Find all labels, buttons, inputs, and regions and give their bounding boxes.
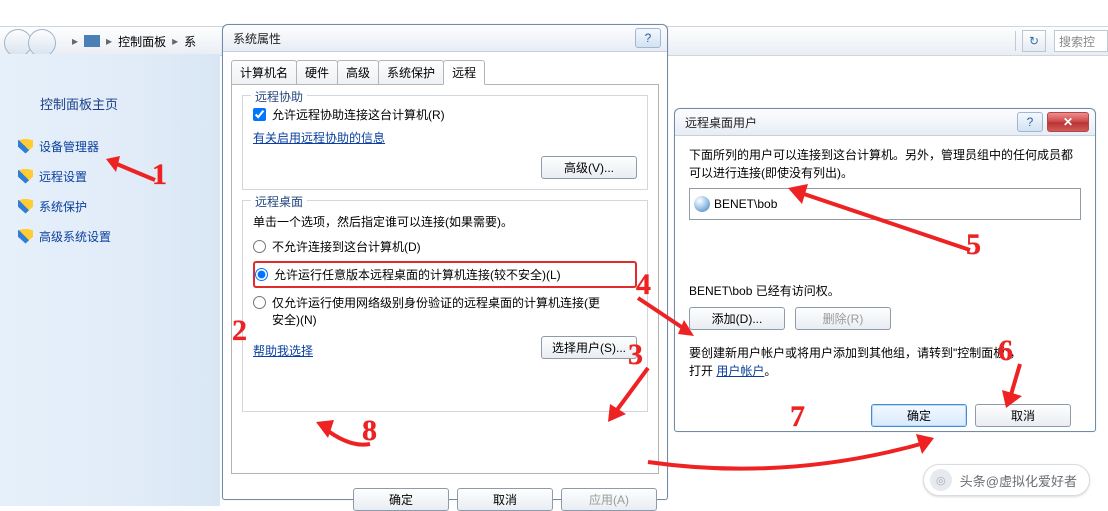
- close-icon: ✕: [1063, 115, 1073, 129]
- dialog-title: 远程桌面用户: [685, 114, 757, 131]
- dialog-help-button[interactable]: ?: [635, 28, 661, 48]
- sidebar-title: 控制面板主页: [0, 54, 220, 131]
- control-panel-sidebar: 控制面板主页 设备管理器 远程设置 系统保护 高级系统设置: [0, 54, 220, 506]
- rd-option-any-version[interactable]: 允许运行任意版本远程桌面的计算机连接(较不安全)(L): [255, 266, 635, 283]
- shield-icon: [18, 199, 33, 214]
- user-entry: BENET\bob: [714, 197, 777, 211]
- radio-label: 仅允许运行使用网络级别身份验证的远程桌面的计算机连接(更安全)(N): [272, 294, 602, 328]
- help-icon: ?: [645, 31, 652, 45]
- cancel-button[interactable]: 取消: [457, 488, 553, 511]
- user-accounts-link[interactable]: 用户帐户: [716, 364, 764, 378]
- radio-label: 不允许连接到这台计算机(D): [272, 238, 421, 255]
- remote-users-intro: 下面所列的用户可以连接到这台计算机。另外，管理员组中的任何成员都可以进行连接(即…: [689, 146, 1081, 182]
- allow-remote-assistance-checkbox[interactable]: 允许远程协助连接这台计算机(R): [253, 106, 637, 123]
- refresh-icon: ↻: [1029, 34, 1039, 48]
- tab-system-protection[interactable]: 系统保护: [378, 60, 444, 84]
- remote-desktop-users-dialog: 远程桌面用户 ? ✕ 下面所列的用户可以连接到这台计算机。另外，管理员组中的任何…: [674, 108, 1096, 432]
- address-bar[interactable]: ▸ ▸ 控制面板 ▸ 系: [72, 33, 196, 50]
- remote-users-list[interactable]: BENET\bob: [689, 188, 1081, 220]
- checkbox-label: 允许远程协助连接这台计算机(R): [272, 106, 445, 123]
- tab-computer-name[interactable]: 计算机名: [231, 60, 297, 84]
- annotation-arrow: [638, 432, 938, 492]
- attribution-badge: ◎ 头条 @虚拟化爱好者: [923, 464, 1090, 496]
- group-title: 远程协助: [251, 88, 307, 105]
- tab-hardware[interactable]: 硬件: [296, 60, 338, 84]
- radio-label: 允许运行任意版本远程桌面的计算机连接(较不安全)(L): [274, 266, 561, 283]
- ok-button[interactable]: 确定: [871, 404, 967, 427]
- avatar-icon: ◎: [930, 469, 952, 491]
- create-user-hint: 要创建新用户帐户或将用户添加到其他组，请转到"控制面板"， 打开 用户帐户。: [689, 344, 1081, 380]
- dialog-help-button[interactable]: ?: [1017, 112, 1043, 132]
- sidebar-item-system-protection[interactable]: 系统保护: [0, 191, 220, 221]
- remote-assistance-advanced-button[interactable]: 高级(V)...: [541, 156, 637, 179]
- already-has-access-note: BENET\bob 已经有访问权。: [689, 282, 1081, 299]
- sidebar-item-remote-settings[interactable]: 远程设置: [0, 161, 220, 191]
- help-icon: ?: [1027, 115, 1034, 129]
- group-remote-desktop: 远程桌面 单击一个选项，然后指定谁可以连接(如果需要)。 不允许连接到这台计算机…: [242, 200, 648, 412]
- select-users-button[interactable]: 选择用户(S)...: [541, 336, 637, 359]
- sidebar-item-label: 远程设置: [39, 168, 87, 185]
- cancel-button[interactable]: 取消: [975, 404, 1071, 427]
- help-me-choose-link[interactable]: 帮助我选择: [253, 342, 313, 359]
- rd-option-nla[interactable]: 仅允许运行使用网络级别身份验证的远程桌面的计算机连接(更安全)(N): [253, 294, 637, 328]
- tab-panel-remote: 远程协助 允许远程协助连接这台计算机(R) 有关启用远程协助的信息 高级(V).…: [231, 84, 659, 474]
- sidebar-item-device-manager[interactable]: 设备管理器: [0, 131, 220, 161]
- remote-desktop-hint: 单击一个选项，然后指定谁可以连接(如果需要)。: [253, 213, 637, 230]
- remote-assistance-help-link[interactable]: 有关启用远程协助的信息: [253, 131, 385, 145]
- shield-icon: [18, 139, 33, 154]
- dialog-titlebar: 系统属性 ?: [223, 25, 667, 52]
- remove-user-button[interactable]: 删除(R): [795, 307, 891, 330]
- shield-icon: [18, 229, 33, 244]
- sidebar-item-label: 高级系统设置: [39, 228, 111, 245]
- tab-strip: 计算机名 硬件 高级 系统保护 远程: [223, 52, 667, 84]
- sidebar-item-advanced-settings[interactable]: 高级系统设置: [0, 221, 220, 251]
- address-segment: 控制面板: [118, 33, 166, 50]
- apply-button[interactable]: 应用(A): [561, 488, 657, 511]
- tab-advanced[interactable]: 高级: [337, 60, 379, 84]
- annotation-highlight-box: 允许运行任意版本远程桌面的计算机连接(较不安全)(L): [253, 261, 637, 288]
- control-panel-icon: [84, 35, 100, 47]
- dialog-button-row: 确定 取消 应用(A): [223, 482, 667, 511]
- tab-remote[interactable]: 远程: [443, 60, 485, 85]
- nav-back-forward: [4, 29, 62, 53]
- dialog-title: 系统属性: [233, 30, 281, 47]
- refresh-button[interactable]: ↻: [1022, 30, 1046, 52]
- sidebar-item-label: 设备管理器: [39, 138, 99, 155]
- ok-button[interactable]: 确定: [353, 488, 449, 511]
- attribution-handle: @虚拟化爱好者: [986, 471, 1077, 490]
- group-remote-assistance: 远程协助 允许远程协助连接这台计算机(R) 有关启用远程协助的信息 高级(V).…: [242, 95, 648, 190]
- group-title: 远程桌面: [251, 193, 307, 210]
- rd-option-none[interactable]: 不允许连接到这台计算机(D): [253, 238, 637, 255]
- address-tail: 系: [184, 33, 196, 50]
- add-user-button[interactable]: 添加(D)...: [689, 307, 785, 330]
- dialog-close-button[interactable]: ✕: [1047, 112, 1089, 132]
- system-properties-dialog: 系统属性 ? 计算机名 硬件 高级 系统保护 远程 远程协助 允许远程协助连接这…: [222, 24, 668, 500]
- shield-icon: [18, 169, 33, 184]
- search-input[interactable]: 搜索控: [1054, 30, 1108, 52]
- user-icon: [694, 196, 710, 212]
- sidebar-item-label: 系统保护: [39, 198, 87, 215]
- nav-forward-button[interactable]: [28, 29, 56, 57]
- dialog-titlebar: 远程桌面用户 ? ✕: [675, 109, 1095, 136]
- attribution-prefix: 头条: [960, 471, 986, 490]
